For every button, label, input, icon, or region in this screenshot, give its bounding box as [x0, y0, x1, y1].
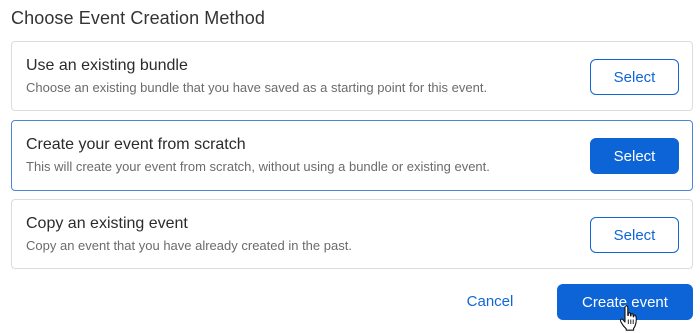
page-title: Choose Event Creation Method [11, 8, 265, 28]
cancel-button[interactable]: Cancel [455, 287, 525, 315]
select-from-scratch-button[interactable]: Select [590, 138, 679, 174]
select-copy-event-button[interactable]: Select [590, 217, 679, 253]
event-creation-dialog: Choose Event Creation Method Use an exis… [0, 0, 700, 333]
option-description: Copy an event that you have already crea… [26, 238, 352, 253]
select-existing-bundle-button[interactable]: Select [590, 59, 679, 95]
option-card-from-scratch[interactable]: Create your event from scratch This will… [11, 120, 693, 191]
option-title: Use an existing bundle [26, 57, 188, 74]
create-event-button[interactable]: Create event [557, 284, 693, 320]
option-title: Copy an existing event [26, 215, 188, 232]
option-card-existing-bundle[interactable]: Use an existing bundle Choose an existin… [11, 41, 693, 111]
option-card-copy-event[interactable]: Copy an existing event Copy an event tha… [11, 199, 693, 269]
option-title: Create your event from scratch [26, 136, 246, 153]
option-description: Choose an existing bundle that you have … [26, 80, 488, 95]
option-description: This will create your event from scratch… [26, 159, 490, 174]
